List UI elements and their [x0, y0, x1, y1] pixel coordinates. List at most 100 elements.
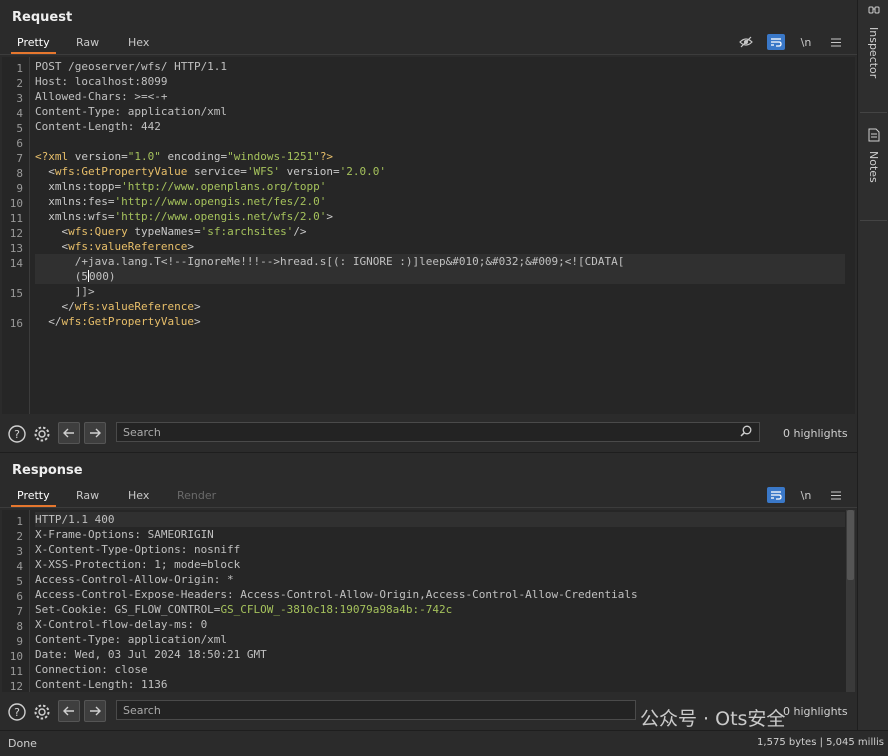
code-line[interactable]: <wfs:GetPropertyValue service='WFS' vers… [35, 164, 845, 179]
sidebar-divider [860, 220, 887, 221]
status-bar: Done 1,575 bytes | 5,045 millis [0, 730, 888, 756]
code-line[interactable]: xmlns:fes='http://www.opengis.net/fes/2.… [35, 194, 845, 209]
line-number: 10 [9, 197, 23, 210]
code-line[interactable]: Content-Type: application/xml [35, 632, 845, 647]
line-number: 13 [9, 242, 23, 255]
line-number: 2 [16, 77, 23, 90]
search-previous-arrow-icon[interactable] [58, 700, 80, 722]
line-number: 8 [16, 167, 23, 180]
word-wrap-icon[interactable] [767, 487, 785, 503]
code-line[interactable]: Allowed-Chars: >=<-+ [35, 89, 845, 104]
svg-text:?: ? [14, 428, 20, 441]
code-line[interactable]: X-Control-flow-delay-ms: 0 [35, 617, 845, 632]
line-number: 9 [16, 182, 23, 195]
response-scrollbar-thumb[interactable] [847, 510, 854, 580]
request-search-input[interactable] [116, 422, 760, 442]
response-tab-hex[interactable]: Hex [128, 489, 149, 502]
code-token: version= [74, 150, 128, 163]
code-token: < [35, 165, 55, 178]
code-line[interactable]: </wfs:valueReference> [35, 299, 845, 314]
code-token: /> [293, 225, 307, 238]
word-wrap-icon[interactable] [767, 34, 785, 50]
code-token: </ [35, 315, 62, 328]
hide-nonprintable-icon[interactable] [737, 34, 755, 50]
menu-icon[interactable] [827, 34, 845, 50]
line-number: 12 [9, 680, 23, 692]
code-token: GS_CFLOW_-3810c18:19079a98a4b:-742c [220, 603, 453, 616]
code-line[interactable] [35, 134, 845, 149]
menu-icon[interactable] [827, 487, 845, 503]
response-search-input[interactable] [116, 700, 636, 720]
settings-gear-icon[interactable] [32, 702, 52, 722]
settings-gear-icon[interactable] [32, 424, 52, 444]
code-line[interactable]: Access-Control-Expose-Headers: Access-Co… [35, 587, 845, 602]
line-number: 7 [16, 605, 23, 618]
code-line[interactable]: /+java.lang.T<!--IgnoreMe!!!-->hread.s[(… [35, 254, 845, 269]
line-number: 5 [16, 122, 23, 135]
line-number: 9 [16, 635, 23, 648]
response-editor[interactable]: 1 2 3 4 5 6 7 8 9 10 11 12 HTTP/1.1 400 X-Frame-Opti… [2, 510, 855, 692]
sidebar-item-inspector[interactable]: Inspector [858, 4, 888, 78]
code-token: > [193, 315, 201, 328]
code-line[interactable]: xmlns:wfs='http://www.opengis.net/wfs/2.… [35, 209, 845, 224]
code-token: Allowed-Chars: >=<-+ [35, 90, 168, 103]
code-token: Access-Control-Allow-Origin: * [35, 573, 234, 586]
response-code[interactable]: HTTP/1.1 400 X-Frame-Options: SAMEORIGIN X… [35, 512, 845, 692]
code-line[interactable]: <wfs:Query typeNames='sf:archsites'/> [35, 224, 845, 239]
watermark: 公众号 · Ots安全 [640, 708, 786, 730]
show-newlines-button[interactable]: \n [797, 487, 815, 503]
response-scrollbar[interactable] [846, 510, 855, 692]
code-line[interactable]: Set-Cookie: GS_FLOW_CONTROL=GS_CFLOW_-38… [35, 602, 845, 617]
code-line[interactable]: X-Content-Type-Options: nosniff [35, 542, 845, 557]
code-line[interactable]: Content-Length: 442 [35, 119, 845, 134]
code-token: X-Frame-Options: SAMEORIGIN [35, 528, 214, 541]
code-token: "1.0" [127, 150, 161, 163]
code-line[interactable]: Connection: close [35, 662, 845, 677]
code-line[interactable]: X-Frame-Options: SAMEORIGIN [35, 527, 845, 542]
code-line[interactable]: POST /geoserver/wfs/ HTTP/1.1 [35, 59, 845, 74]
request-tab-hex[interactable]: Hex [128, 36, 149, 49]
help-icon[interactable]: ? [7, 702, 27, 722]
code-line[interactable]: ]]> [35, 284, 845, 299]
line-number: 10 [9, 650, 23, 663]
line-number: 8 [16, 620, 23, 633]
code-line[interactable]: </wfs:GetPropertyValue> [35, 314, 845, 329]
code-line[interactable]: Content-Type: application/xml [35, 104, 845, 119]
response-tab-pretty[interactable]: Pretty [11, 489, 56, 507]
code-token: HTTP/1.1 400 [35, 513, 115, 526]
response-tab-raw[interactable]: Raw [76, 489, 99, 502]
code-line[interactable]: Access-Control-Allow-Origin: * [35, 572, 845, 587]
code-line[interactable]: Host: localhost:8099 [35, 74, 845, 89]
request-tab-raw[interactable]: Raw [76, 36, 99, 49]
show-newlines-button[interactable]: \n [797, 34, 815, 50]
code-token: 000) [88, 270, 116, 283]
line-number: 5 [16, 575, 23, 588]
line-number: 6 [16, 590, 23, 603]
code-line[interactable]: Date: Wed, 03 Jul 2024 18:50:21 GMT [35, 647, 845, 662]
search-next-arrow-icon[interactable] [84, 700, 106, 722]
request-editor[interactable]: 1 2 3 4 5 6 7 8 9 10 11 12 13 14 15 16 POST /geoserver/… [2, 57, 855, 414]
code-token: wfs:valueReference [68, 240, 188, 253]
code-token: Connection: close [35, 663, 148, 676]
help-icon[interactable]: ? [7, 424, 27, 444]
request-code[interactable]: POST /geoserver/wfs/ HTTP/1.1 Host: local… [35, 59, 845, 329]
code-line[interactable]: Content-Length: 1136 [35, 677, 845, 692]
search-previous-arrow-icon[interactable] [58, 422, 80, 444]
code-token: '2.0.0' [339, 165, 387, 178]
code-line[interactable]: <wfs:valueReference> [35, 239, 845, 254]
request-tab-pretty[interactable]: Pretty [11, 36, 56, 54]
line-number: 1 [16, 62, 23, 75]
code-line[interactable]: xmlns:topp='http://www.openplans.org/top… [35, 179, 845, 194]
code-line[interactable]: <?xml version="1.0" encoding="windows-12… [35, 149, 845, 164]
notes-icon [868, 128, 880, 145]
code-token: version= [280, 165, 340, 178]
code-token: Access-Control-Expose-Headers: Access-Co… [35, 588, 638, 601]
code-line[interactable]: (5000) [35, 269, 845, 284]
sidebar-item-notes[interactable]: Notes [858, 128, 888, 183]
response-panel: Response Pretty Raw Hex Render \n 123456… [0, 452, 857, 731]
code-token: 'http://www.openplans.org/topp' [121, 180, 327, 193]
response-tab-render[interactable]: Render [177, 489, 216, 502]
code-line[interactable]: HTTP/1.1 400 [35, 512, 845, 527]
code-line[interactable]: X-XSS-Protection: 1; mode=block [35, 557, 845, 572]
search-next-arrow-icon[interactable] [84, 422, 106, 444]
